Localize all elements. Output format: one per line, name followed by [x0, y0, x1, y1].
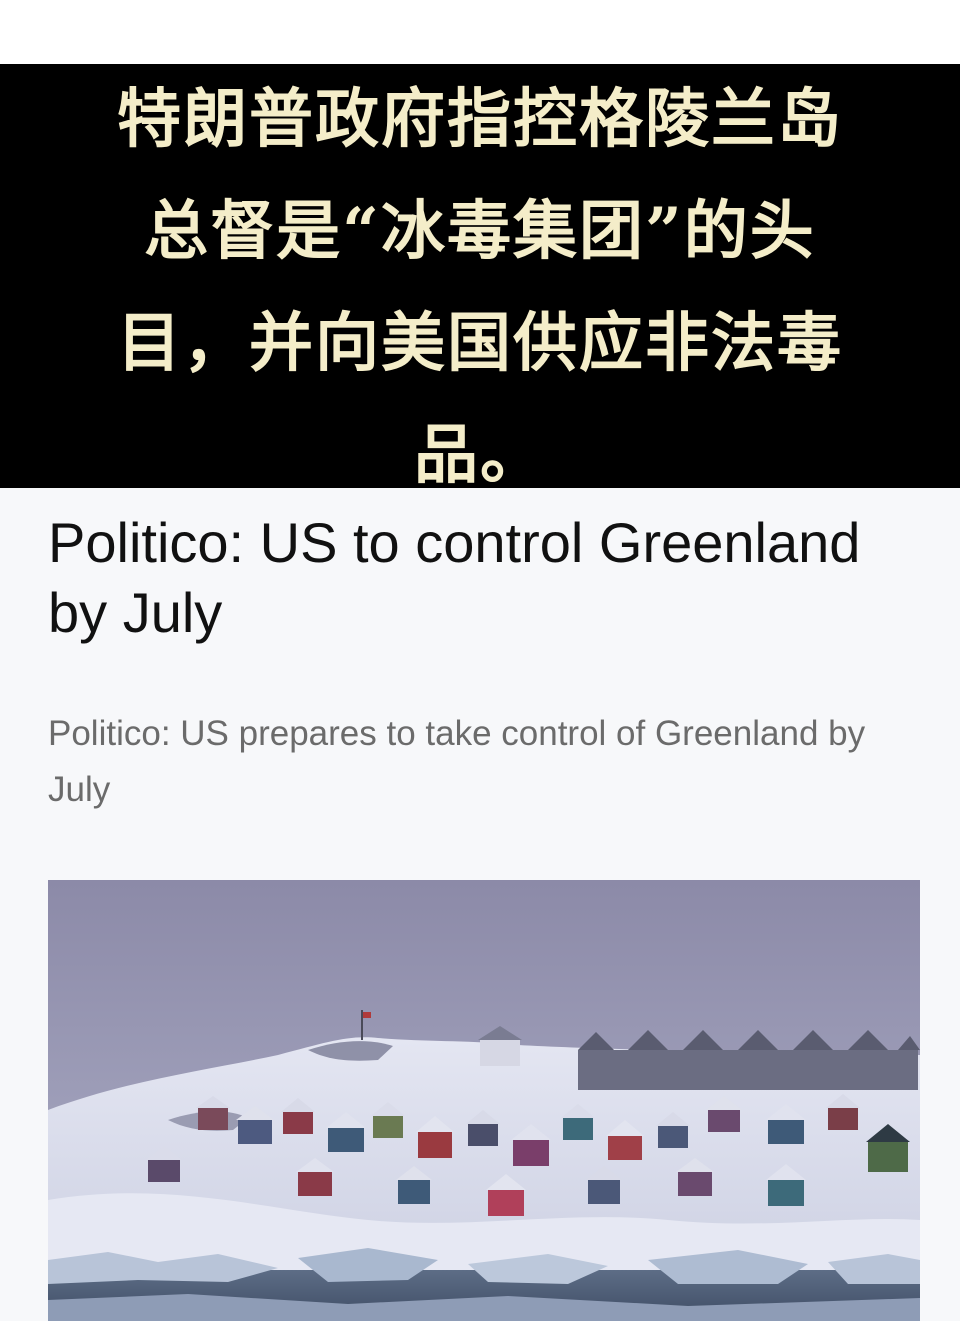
caption-line-1: 特朗普政府指控格陵兰岛: [117, 82, 843, 157]
caption-line-4: 品。: [414, 418, 546, 493]
greenland-town-photo: [48, 880, 920, 1321]
caption-line-2: 总督是“冰毒集团”的头: [144, 194, 816, 269]
article-card[interactable]: Politico: US to control Greenland by Jul…: [0, 488, 960, 1321]
article-subheadline: Politico: US prepares to take control of…: [48, 714, 866, 809]
top-margin: [0, 0, 960, 64]
article-headline[interactable]: Politico: US to control Greenland by Jul…: [48, 508, 928, 648]
caption-line-3: 目，并向美国供应非法毒: [117, 306, 843, 381]
article-photo[interactable]: [48, 880, 920, 1321]
